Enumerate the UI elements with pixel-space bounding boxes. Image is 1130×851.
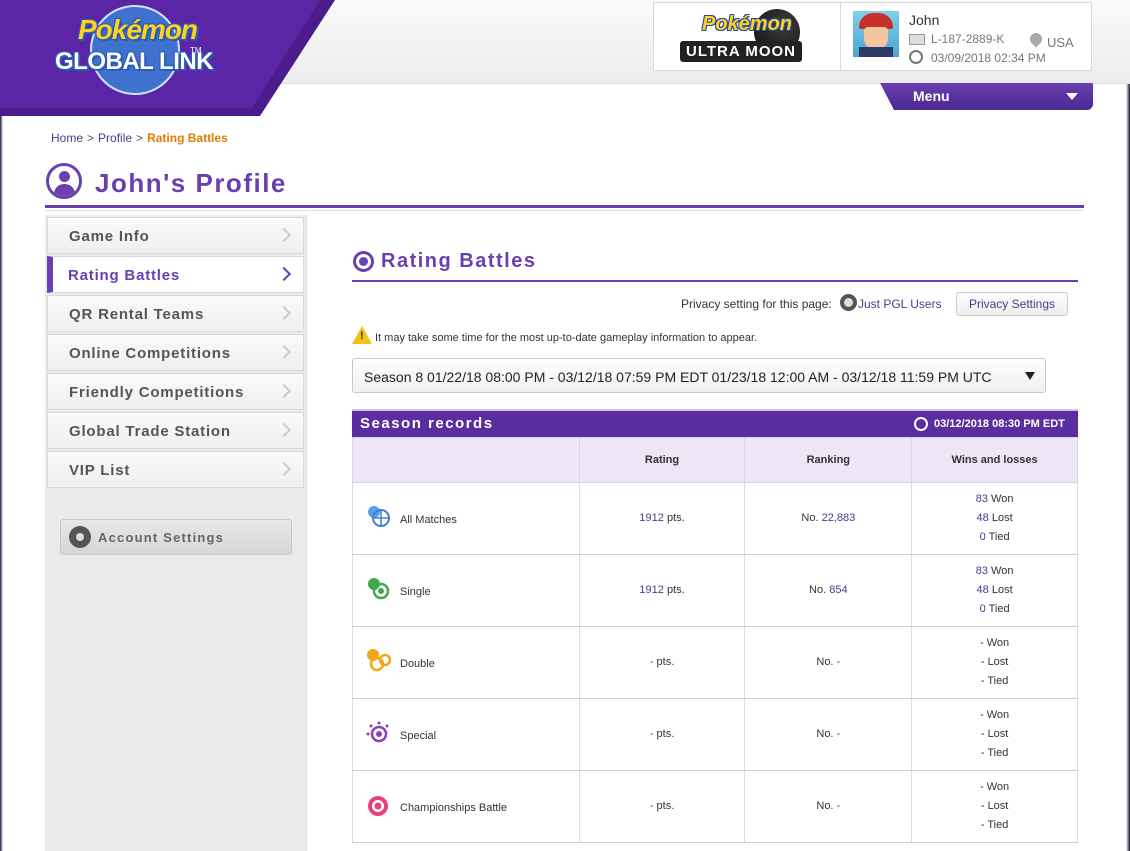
gear-icon [71,528,89,546]
page-title: John's Profile [95,168,287,198]
season-records-date: 03/12/2018 08:30 PM EDT [934,418,1065,430]
sidebar-item-qr-rental-teams[interactable]: QR Rental Teams [47,295,304,332]
season-records-table: Rating Ranking Wins and losses All Match… [352,437,1078,843]
table-header-row: Rating Ranking Wins and losses [352,437,1078,483]
id-card-icon [909,34,925,45]
breadcrumb-current: Rating Battles [147,131,228,145]
type-name: Double [400,657,435,670]
chevron-right-icon [276,383,292,399]
sidebar-item-rating-battles[interactable]: Rating Battles [47,256,304,293]
pokeball-icon [353,251,374,272]
clock-icon [914,417,928,431]
game-logo-pokemon: Pokémon [702,13,793,35]
pgl-logo[interactable]: Pokémon GLOBAL LINK TM [0,0,335,116]
page: Pokémon GLOBAL LINK TM Pokémon ULTRA MOO… [0,0,1130,851]
user-datetime: 03/09/2018 02:34 PM [931,51,1046,65]
location-pin-icon [1027,30,1045,48]
sidebar: Game Info Rating Battles QR Rental Teams… [45,215,307,851]
account-settings-button[interactable]: Account Settings [60,519,292,555]
privacy-label: Privacy setting for this page: [681,297,832,311]
special-battle-icon [366,721,389,742]
ranking-value: - [836,800,841,812]
chevron-down-icon [1066,93,1078,100]
type-name: Special [400,729,437,742]
menu-button[interactable]: Menu [880,83,1093,110]
season-records-header: Season records 03/12/2018 08:30 PM EDT [352,409,1078,437]
chevron-right-icon [276,266,292,282]
user-id: L-187-2889-K [931,32,1005,46]
table-header-ranking: Ranking [744,437,913,483]
ranking-value: 22,883 [821,512,856,524]
profile-icon [46,163,82,199]
chevron-right-icon [276,344,292,360]
privacy-value: Just PGL Users [858,297,942,311]
menu-label: Menu [913,88,950,104]
championships-battle-icon [368,795,388,816]
breadcrumb: Home > Profile > Rating Battles [51,131,228,145]
logo-tm: TM [190,46,202,55]
user-info-box: John L-187-2889-K 03/09/2018 02:34 PM US… [840,2,1092,71]
table-row: Single 1912 pts. No. 854 83 Won 48 Lost … [352,554,1078,627]
sidebar-item-global-trade-station[interactable]: Global Trade Station [47,412,304,449]
chevron-right-icon [276,422,292,438]
season-select-value: Season 8 01/22/18 08:00 PM - 03/12/18 07… [364,369,992,385]
chevron-right-icon [276,305,292,321]
table-header-wins-losses: Wins and losses [911,437,1078,483]
title-divider-light [45,210,1084,211]
rating-value: - [649,728,654,740]
table-row: Championships Battle - pts. No. - - Won … [352,770,1078,843]
single-battle-icon [368,577,390,599]
privacy-icon [840,294,857,311]
table-row: Double - pts. No. - - Won - Lost - Tied [352,626,1078,699]
title-divider [45,205,1084,208]
sidebar-item-friendly-competitions[interactable]: Friendly Competitions [47,373,304,410]
rating-value: 1912 [639,584,664,596]
clock-icon [909,50,923,64]
double-battle-icon [367,648,391,671]
rating-value: 1912 [639,512,664,524]
ranking-value: - [836,656,841,668]
game-logo-ultramoon: ULTRA MOON [680,41,802,62]
sidebar-item-vip-list[interactable]: VIP List [47,451,304,488]
rating-value: - [649,656,654,668]
section-divider [352,280,1078,282]
user-country: USA [1047,35,1074,50]
table-header-type [352,437,580,483]
dropdown-arrow-icon [1025,372,1035,380]
rating-value: - [649,800,654,812]
type-name: All Matches [400,513,457,526]
table-header-rating: Rating [578,437,746,483]
avatar[interactable] [853,11,899,57]
chevron-right-icon [276,227,292,243]
game-logo-box[interactable]: Pokémon ULTRA MOON [653,2,840,71]
season-select[interactable]: Season 8 01/22/18 08:00 PM - 03/12/18 07… [352,358,1046,393]
user-name: John [909,12,940,28]
sidebar-item-online-competitions[interactable]: Online Competitions [47,334,304,371]
ranking-value: 854 [829,584,848,596]
table-row: All Matches 1912 pts. No. 22,883 83 Won … [352,482,1078,555]
type-name: Single [400,585,431,598]
sidebar-item-game-info[interactable]: Game Info [47,217,304,254]
type-name: Championships Battle [400,801,508,814]
ranking-value: - [836,728,841,740]
season-records-title: Season records [360,415,494,432]
chevron-right-icon [276,461,292,477]
table-row: Special - pts. No. - - Won - Lost - Tied [352,698,1078,771]
breadcrumb-profile[interactable]: Profile [98,131,132,145]
breadcrumb-home[interactable]: Home [51,131,83,145]
section-title: Rating Battles [381,250,537,272]
warning-text: It may take some time for the most up-to… [375,332,758,344]
logo-text-pokemon: Pokémon [78,14,198,45]
all-matches-icon [368,505,390,527]
privacy-settings-button[interactable]: Privacy Settings [956,292,1068,316]
